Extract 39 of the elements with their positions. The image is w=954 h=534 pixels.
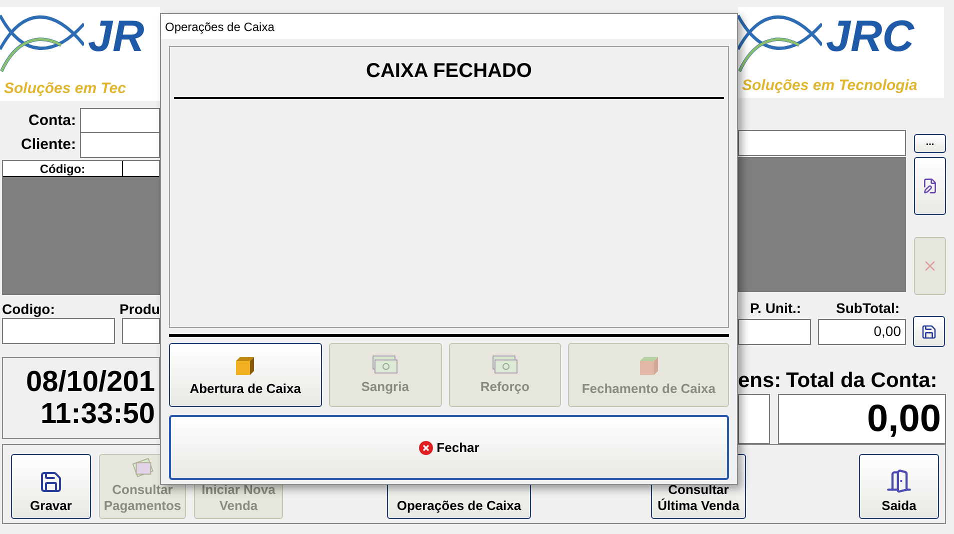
toolbar-button[interactable]: Gravar bbox=[11, 454, 91, 519]
items-count-label: ens: bbox=[738, 369, 782, 393]
toolbar-button[interactable]: Saida bbox=[859, 454, 939, 519]
product-label: Produ bbox=[120, 300, 160, 317]
time-text: 11:33:50 bbox=[40, 398, 155, 430]
papers-stack-icon bbox=[130, 455, 154, 478]
client-field[interactable] bbox=[80, 132, 160, 158]
close-icon bbox=[418, 440, 433, 454]
account-label: Conta: bbox=[28, 110, 77, 131]
logo-tagline: Soluções em Tec bbox=[3, 79, 127, 99]
total-label: Total da Conta: bbox=[786, 369, 938, 393]
window-title: Operações de Caixa bbox=[165, 18, 274, 36]
date-text: 08/10/201 bbox=[26, 366, 155, 398]
subtotal-field[interactable]: 0,00 bbox=[818, 318, 906, 344]
close-button[interactable]: Fechar bbox=[169, 415, 729, 480]
subtotal-label: SubTotal: bbox=[836, 299, 900, 316]
cash-status-heading: CAIXA FECHADO bbox=[365, 59, 533, 83]
door-icon bbox=[886, 468, 912, 494]
client-label: Cliente: bbox=[20, 134, 77, 155]
client-name-field[interactable] bbox=[738, 130, 906, 156]
code-field[interactable] bbox=[2, 318, 115, 344]
code-label: Codigo: bbox=[1, 300, 56, 317]
logo-letters: JRC bbox=[826, 11, 916, 63]
browse-button[interactable]: ... bbox=[914, 134, 946, 152]
edit-document-icon bbox=[922, 178, 938, 194]
total-field: 0,00 bbox=[778, 394, 946, 444]
product-field[interactable] bbox=[122, 318, 160, 344]
edit-button[interactable] bbox=[914, 157, 946, 215]
account-field[interactable] bbox=[80, 108, 160, 134]
unit-price-label: P. Unit.: bbox=[750, 299, 802, 316]
unit-price-field[interactable] bbox=[738, 318, 811, 344]
cash-action-button[interactable]: Abertura de Caixa bbox=[169, 343, 322, 407]
save-button[interactable] bbox=[913, 316, 945, 347]
logo-tagline: Soluções em Tecnologia bbox=[741, 76, 918, 96]
column-header: Código: bbox=[3, 161, 123, 176]
logo-letters: JR bbox=[88, 11, 146, 63]
banknote-icon bbox=[492, 355, 518, 375]
banknote-icon bbox=[372, 355, 398, 375]
items-count-field bbox=[738, 394, 770, 444]
